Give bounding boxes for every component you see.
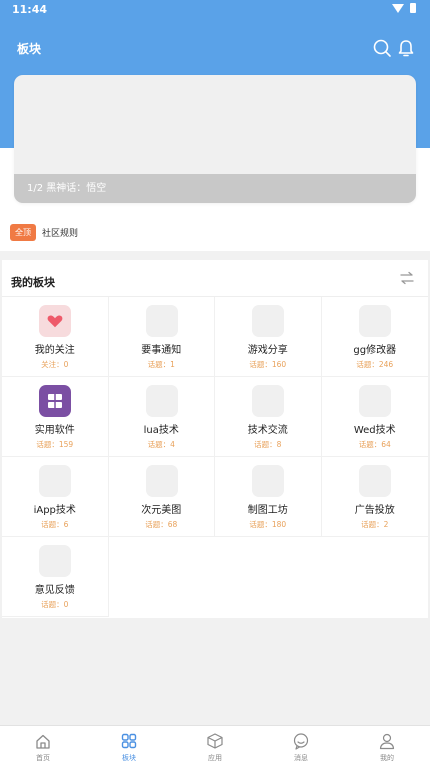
board-stat: 话题：6 [41, 520, 69, 529]
board-name: 广告投放 [354, 505, 395, 516]
board-item[interactable]: 技术交流话题：8 [215, 377, 322, 457]
tab-home[interactable]: 首页 [0, 726, 86, 766]
board-name: gg修改器 [353, 345, 397, 356]
tab-label: 首页 [36, 754, 50, 762]
placeholder-icon [39, 545, 71, 577]
board-name: 次元美图 [141, 505, 182, 516]
user-icon [379, 733, 395, 750]
tab-label: 应用 [208, 754, 222, 762]
bottom-tab-bar: 首页 板块 应用 消息 我的 [0, 725, 430, 766]
tab-user[interactable]: 我的 [344, 726, 430, 766]
board-stat: 话题：64 [358, 440, 391, 449]
board-name: 意见反馈 [34, 585, 75, 596]
heart-icon [39, 305, 71, 337]
board-item[interactable]: iApp技术 话题：6 [2, 457, 109, 537]
board-stat: 话题：159 [36, 440, 74, 449]
board-item[interactable]: 要事通知话题：1 [108, 297, 215, 377]
board-item[interactable]: 意见反馈话题：0 [2, 537, 109, 617]
board-name: 游戏分享 [247, 345, 288, 356]
placeholder-icon [145, 465, 178, 497]
placeholder-icon [252, 385, 284, 417]
status-time: 11:44 [12, 3, 48, 16]
board-name: 要事通知 [141, 345, 182, 356]
box-icon [39, 385, 71, 417]
board-item[interactable]: 广告投放话题：2 [321, 457, 428, 537]
tab-label: 消息 [294, 754, 308, 762]
notification-button[interactable] [396, 38, 416, 58]
placeholder-icon [145, 385, 178, 417]
tab-cube[interactable]: 应用 [172, 726, 258, 766]
tab-grid[interactable]: 板块 [86, 726, 172, 766]
placeholder-icon [358, 385, 391, 417]
board-stat: 话题：0 [41, 600, 69, 609]
status-icons [392, 3, 416, 13]
board-stat: 话题：4 [147, 440, 175, 449]
board-item[interactable]: 制图工坊话题：180 [215, 457, 322, 537]
board-stat: 话题：1 [147, 360, 175, 369]
board-name: 实用软件 [34, 425, 75, 436]
board-stat: 话题：160 [249, 360, 287, 369]
board-name: 我的关注 [34, 345, 75, 356]
search-icon [373, 39, 391, 57]
cube-icon [207, 733, 223, 749]
board-item[interactable]: gg修改器话题：246 [321, 297, 428, 377]
grid-icon [121, 733, 137, 749]
wifi-icon [392, 3, 404, 13]
board-stat: 关注：0 [41, 360, 69, 369]
placeholder-icon [252, 465, 284, 497]
my-boards-section: 我的板块 我的关注 关注：0 要事通知 话题：1 游戏分享 话题：160 gg修改器 话题：2… [2, 260, 428, 618]
placeholder-icon [145, 305, 178, 337]
page-title: 板块 [17, 42, 42, 56]
placeholder-icon [39, 465, 71, 497]
board-name: iApp技术 [33, 505, 76, 516]
board-item[interactable]: 我的关注关注：0 [2, 297, 109, 377]
bell-icon [398, 40, 414, 57]
placeholder-icon [252, 305, 284, 337]
board-item[interactable]: 次元美图话题：68 [108, 457, 215, 537]
pin-badge: 全顶 [10, 224, 36, 241]
board-name: lua技术 [143, 425, 179, 436]
notice-title: 社区规则 [42, 229, 79, 239]
tab-label: 我的 [380, 754, 394, 762]
board-item[interactable]: 实用软件话题：159 [2, 377, 109, 457]
board-stat: 话题：8 [254, 440, 282, 449]
section-title: 我的板块 [11, 276, 55, 289]
board-stat: 话题：68 [145, 520, 178, 529]
search-button[interactable] [372, 38, 392, 58]
board-stat: 话题：180 [249, 520, 287, 529]
placeholder-icon [358, 465, 391, 497]
board-stat: 话题：246 [356, 360, 394, 369]
tab-label: 板块 [122, 754, 136, 762]
board-stat: 话题：2 [361, 520, 389, 529]
board-item[interactable]: 游戏分享话题：160 [215, 297, 322, 377]
sort-button[interactable] [399, 270, 415, 286]
tab-chat[interactable]: 消息 [258, 726, 344, 766]
chat-icon [293, 733, 309, 750]
placeholder-icon [358, 305, 391, 337]
board-name: Wed技术 [353, 425, 396, 436]
board-name: 技术交流 [247, 425, 288, 436]
banner-caption: 1/2 黑神话：悟空 [14, 174, 416, 203]
banner-carousel[interactable]: 1/2 黑神话：悟空 [14, 75, 416, 203]
board-grid: 我的关注 关注：0 要事通知 话题：1 游戏分享 话题：160 gg修改器 话题：246 实用软… [2, 297, 428, 617]
board-item[interactable]: Wed技术话题：64 [321, 377, 428, 457]
board-item[interactable]: lua技术话题：4 [108, 377, 215, 457]
battery-icon [410, 3, 416, 13]
home-icon [36, 734, 50, 749]
board-name: 制图工坊 [247, 505, 288, 516]
swap-icon [400, 271, 414, 285]
notice-item[interactable]: 全顶 社区规则 [10, 224, 78, 241]
status-bar: 11:44 [0, 0, 430, 20]
